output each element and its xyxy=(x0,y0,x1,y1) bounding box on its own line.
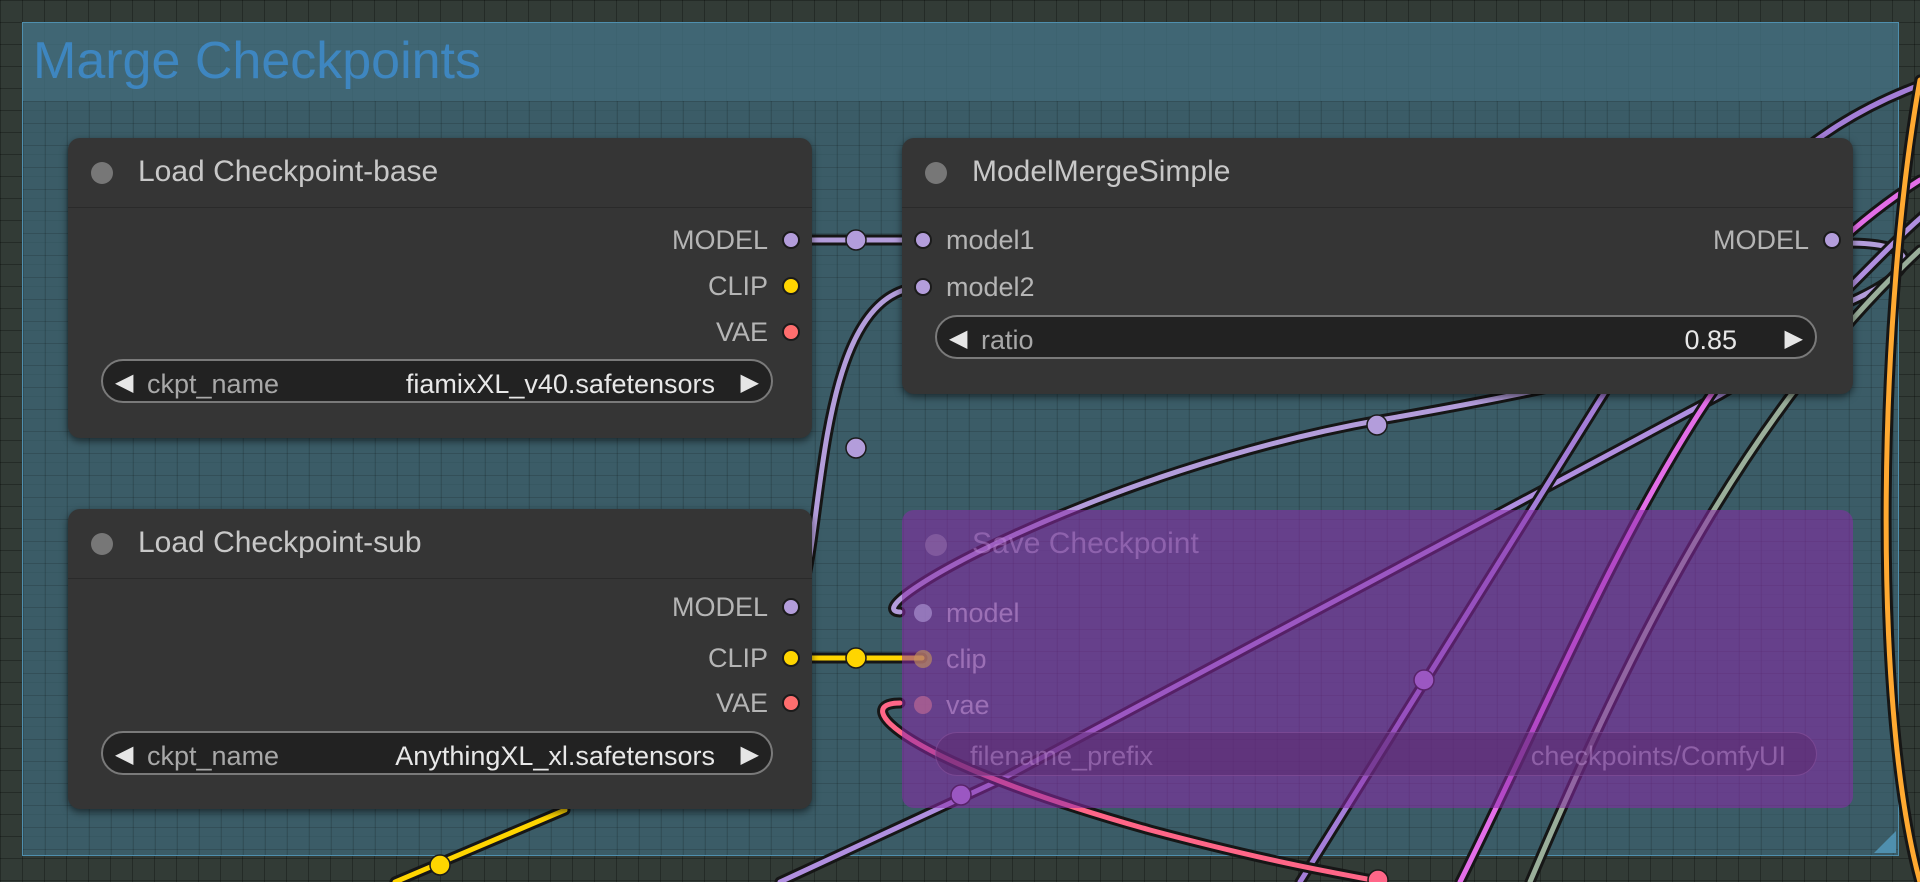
arrow-right-icon[interactable]: ▶ xyxy=(1785,324,1803,353)
output-clip[interactable]: CLIP xyxy=(708,643,800,673)
arrow-left-icon[interactable]: ◀ xyxy=(949,324,967,353)
output-model[interactable]: MODEL xyxy=(1713,225,1841,255)
collapse-dot-icon[interactable] xyxy=(925,534,947,556)
output-label: VAE xyxy=(715,687,768,718)
arrow-right-icon[interactable]: ▶ xyxy=(741,740,759,769)
input-label: model1 xyxy=(946,224,1035,255)
node-title: Load Checkpoint-sub xyxy=(138,526,422,559)
widget-name: ckpt_name xyxy=(147,369,280,399)
output-slot[interactable] xyxy=(782,649,800,667)
node-header[interactable]: ModelMergeSimple xyxy=(902,138,1853,208)
arrow-left-icon[interactable]: ◀ xyxy=(115,368,133,397)
output-slot[interactable] xyxy=(782,694,800,712)
output-slot[interactable] xyxy=(782,277,800,295)
output-vae[interactable]: VAE xyxy=(716,317,800,347)
widget-value: 0.85 xyxy=(1684,325,1737,355)
node-header[interactable]: Load Checkpoint-sub xyxy=(68,509,812,579)
node-title: Load Checkpoint-base xyxy=(138,155,439,188)
widget-value: fiamixXL_v40.safetensors xyxy=(405,369,715,399)
output-label: VAE xyxy=(715,316,768,347)
input-label: model xyxy=(946,597,1020,628)
output-slot[interactable] xyxy=(782,231,800,249)
output-label: MODEL xyxy=(1712,224,1809,255)
arrow-right-icon[interactable]: ▶ xyxy=(741,368,759,397)
link-midpoint xyxy=(1367,869,1389,882)
input-model[interactable]: model xyxy=(914,598,1020,628)
input-slot[interactable] xyxy=(914,696,932,714)
output-vae[interactable]: VAE xyxy=(716,688,800,718)
link-midpoint xyxy=(845,647,867,669)
ratio-number-widget[interactable]: ◀ ratio 0.85 ▶ xyxy=(935,315,1817,359)
node-load-checkpoint-sub[interactable]: Load Checkpoint-sub MODEL CLIP VAE ◀ ckp… xyxy=(68,509,812,809)
link-midpoint xyxy=(845,229,867,251)
input-slot[interactable] xyxy=(914,278,932,296)
widget-value: checkpoints/ComfyUI xyxy=(1530,741,1786,771)
input-slot[interactable] xyxy=(914,231,932,249)
collapse-dot-icon[interactable] xyxy=(925,162,947,184)
widget-value: AnythingXL_xl.safetensors xyxy=(395,741,715,771)
node-title: ModelMergeSimple xyxy=(972,155,1231,188)
filename-prefix-widget[interactable]: filename_prefix checkpoints/ComfyUI xyxy=(935,732,1817,776)
link-clip-down xyxy=(392,807,568,882)
input-clip[interactable]: clip xyxy=(914,644,987,674)
output-slot[interactable] xyxy=(782,598,800,616)
widget-name: filename_prefix xyxy=(970,741,1154,771)
input-model2[interactable]: model2 xyxy=(914,272,1035,302)
output-slot[interactable] xyxy=(782,323,800,341)
arrow-left-icon[interactable]: ◀ xyxy=(115,740,133,769)
input-slot[interactable] xyxy=(914,604,932,622)
output-label: CLIP xyxy=(707,270,768,301)
output-clip[interactable]: CLIP xyxy=(708,271,800,301)
output-model[interactable]: MODEL xyxy=(672,225,800,255)
output-label: CLIP xyxy=(707,642,768,673)
output-model[interactable]: MODEL xyxy=(672,592,800,622)
ckpt-name-combo[interactable]: ◀ ckpt_name AnythingXL_xl.safetensors ▶ xyxy=(101,731,773,775)
input-label: model2 xyxy=(946,271,1035,302)
input-model1[interactable]: model1 xyxy=(914,225,1035,255)
node-model-merge-simple[interactable]: ModelMergeSimple model1 model2 MODEL ◀ r… xyxy=(902,138,1853,394)
input-label: clip xyxy=(946,643,987,674)
output-label: MODEL xyxy=(671,591,768,622)
link-midpoint xyxy=(845,437,867,459)
input-vae[interactable]: vae xyxy=(914,690,990,720)
link-midpoint xyxy=(429,854,451,876)
ckpt-name-combo[interactable]: ◀ ckpt_name fiamixXL_v40.safetensors ▶ xyxy=(101,359,773,403)
node-header[interactable]: Load Checkpoint-base xyxy=(68,138,812,208)
input-slot[interactable] xyxy=(914,650,932,668)
input-label: vae xyxy=(946,689,990,720)
collapse-dot-icon[interactable] xyxy=(91,533,113,555)
node-header[interactable]: Save Checkpoint xyxy=(902,510,1853,579)
collapse-dot-icon[interactable] xyxy=(91,162,113,184)
output-label: MODEL xyxy=(671,224,768,255)
node-save-checkpoint[interactable]: Save Checkpoint model clip vae filename_… xyxy=(902,510,1853,808)
node-load-checkpoint-base[interactable]: Load Checkpoint-base MODEL CLIP VAE ◀ ck… xyxy=(68,138,812,438)
widget-name: ckpt_name xyxy=(147,741,280,771)
link-midpoint xyxy=(1366,414,1388,436)
output-slot[interactable] xyxy=(1823,231,1841,249)
node-title: Save Checkpoint xyxy=(972,527,1199,560)
widget-name: ratio xyxy=(981,325,1034,355)
